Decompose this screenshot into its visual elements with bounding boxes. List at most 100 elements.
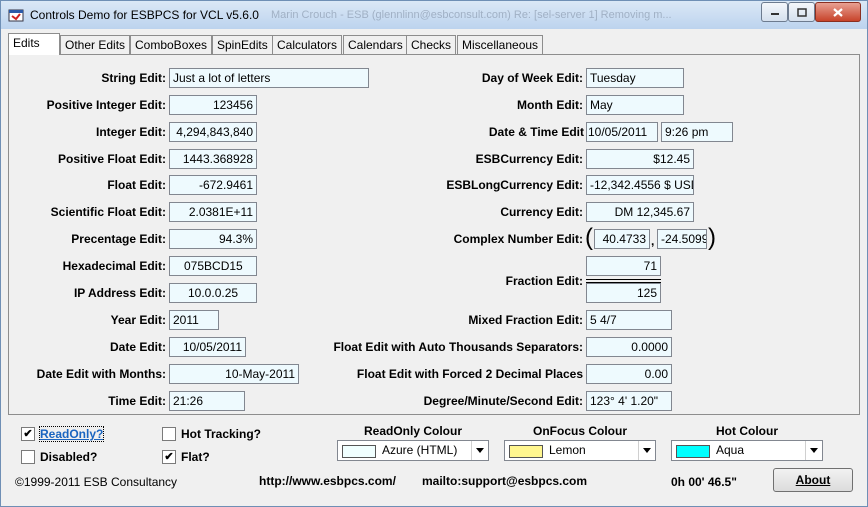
hot-colour-select[interactable]: Aqua <box>671 440 823 461</box>
mixed-fraction-edit-label: Mixed Fraction Edit: <box>468 313 583 327</box>
day-of-week-edit-label: Day of Week Edit: <box>481 71 583 85</box>
app-icon <box>8 9 24 22</box>
positive-integer-edit-label: Positive Integer Edit: <box>46 98 166 112</box>
float-forced-2dp-label: Float Edit with Forced 2 Decimal Places <box>356 367 583 381</box>
readonly-colour-swatch <box>342 445 376 458</box>
close-icon <box>833 7 843 17</box>
float-auto-thousands-edit[interactable]: 0.0000 <box>586 337 672 357</box>
date-edit[interactable]: 10/05/2011 <box>169 337 246 357</box>
float-edit-label: Float Edit: <box>107 178 166 192</box>
percentage-edit-label: Precentage Edit: <box>71 232 166 246</box>
maximize-icon <box>796 7 807 17</box>
datetime-date-edit[interactable]: 10/05/2011 <box>586 122 658 142</box>
fraction-numerator-edit[interactable]: 71 <box>586 256 661 276</box>
mixed-fraction-edit[interactable]: 5 4/7 <box>586 310 672 330</box>
scientific-float-edit[interactable]: 2.0381E+11 <box>169 202 257 222</box>
float-forced-2dp-edit[interactable]: 0.00 <box>586 364 672 384</box>
check-icon: ✔ <box>21 427 35 441</box>
positive-integer-edit[interactable]: 123456 <box>169 95 257 115</box>
ip-address-edit-label: IP Address Edit: <box>73 286 166 300</box>
date-edit-months[interactable]: 10-May-2011 <box>169 364 299 384</box>
currency-edit-label: Currency Edit: <box>500 205 583 219</box>
website-link[interactable]: http://www.esbpcs.com/ <box>259 474 396 488</box>
hot-tracking-checkbox[interactable]: Hot Tracking? <box>162 427 261 441</box>
dms-edit-label: Degree/Minute/Second Edit: <box>423 394 583 408</box>
hot-tracking-label: Hot Tracking? <box>181 427 262 441</box>
about-button[interactable]: About <box>773 468 853 492</box>
datetime-edit-label: Date & Time Edit <box>488 125 584 139</box>
esb-long-currency-edit-label: ESBLongCurrency Edit: <box>446 178 583 192</box>
tab-other-edits[interactable]: Other Edits <box>60 35 131 54</box>
tab-edits[interactable]: Edits <box>8 33 60 55</box>
positive-float-edit-label: Positive Float Edit: <box>57 152 166 166</box>
disabled-checkbox[interactable]: Disabled? <box>21 450 97 464</box>
chevron-down-icon[interactable] <box>638 441 655 460</box>
month-edit[interactable]: May <box>586 95 684 115</box>
fraction-denominator-edit[interactable]: 125 <box>586 283 661 303</box>
checkbox-box <box>162 427 176 441</box>
title-bar: Controls Demo for ESBPCS for VCL v5.6.0 … <box>1 1 867 29</box>
esb-long-currency-edit[interactable]: -12,342.4556 $ USD <box>586 175 694 195</box>
hot-colour-value: Aqua <box>716 443 745 457</box>
onfocus-colour-header: OnFocus Colour <box>533 424 627 438</box>
positive-float-edit[interactable]: 1443.368928 <box>169 149 257 169</box>
dms-edit[interactable]: 123° 4' 1.20" <box>586 391 672 411</box>
tab-calendars[interactable]: Calendars <box>343 35 408 54</box>
tab-calculators[interactable]: Calculators <box>272 35 343 54</box>
flat-checkbox[interactable]: ✔ Flat? <box>162 450 210 464</box>
tab-spinedits[interactable]: SpinEdits <box>212 35 273 54</box>
readonly-label: ReadOnly? <box>38 426 105 442</box>
readonly-colour-select[interactable]: Azure (HTML) <box>337 440 489 461</box>
chevron-down-icon[interactable] <box>471 441 488 460</box>
year-edit-label: Year Edit: <box>110 313 166 327</box>
year-edit[interactable]: 2011 <box>169 310 219 330</box>
float-auto-thousands-label: Float Edit with Auto Thousands Separator… <box>333 340 583 354</box>
maximize-button[interactable] <box>788 2 815 22</box>
ip-address-edit[interactable]: 10.0.0.25 <box>169 283 257 303</box>
onfocus-colour-swatch <box>509 445 543 458</box>
hot-colour-swatch <box>676 445 710 458</box>
tab-checks[interactable]: Checks <box>406 35 457 54</box>
onfocus-colour-value: Lemon <box>549 443 586 457</box>
time-edit-label: Time Edit: <box>108 394 166 408</box>
complex-number-edit-label: Complex Number Edit: <box>453 232 583 246</box>
hexadecimal-edit[interactable]: 075BCD15 <box>169 256 257 276</box>
integer-edit[interactable]: 4,294,843,840 <box>169 122 257 142</box>
flat-label: Flat? <box>181 450 210 464</box>
hexadecimal-edit-label: Hexadecimal Edit: <box>62 259 166 273</box>
date-edit-label: Date Edit: <box>109 340 166 354</box>
elapsed-time: 0h 00' 46.5" <box>671 475 737 489</box>
string-edit-label: String Edit: <box>101 71 166 85</box>
onfocus-colour-select[interactable]: Lemon <box>504 440 656 461</box>
currency-edit[interactable]: DM 12,345.67 <box>586 202 694 222</box>
readonly-colour-value: Azure (HTML) <box>382 443 458 457</box>
date-edit-months-label: Date Edit with Months: <box>36 367 166 381</box>
copyright-text: ©1999-2011 ESB Consultancy <box>15 475 178 489</box>
tab-miscellaneous[interactable]: Miscellaneous <box>457 35 544 54</box>
day-of-week-edit[interactable]: Tuesday <box>586 68 684 88</box>
integer-edit-label: Integer Edit: <box>95 125 166 139</box>
check-icon: ✔ <box>162 450 176 464</box>
complex-imaginary-edit[interactable]: -24.5099 <box>657 229 707 249</box>
esb-currency-edit-label: ESBCurrency Edit: <box>475 152 583 166</box>
fraction-edit-label: Fraction Edit: <box>505 274 583 288</box>
scientific-float-edit-label: Scientific Float Edit: <box>50 205 166 219</box>
float-edit[interactable]: -672.9461 <box>169 175 257 195</box>
complex-real-edit[interactable]: 40.4733 <box>594 229 650 249</box>
time-edit[interactable]: 21:26 <box>169 391 245 411</box>
datetime-time-edit[interactable]: 9:26 pm <box>661 122 733 142</box>
esb-currency-edit[interactable]: $12.45 <box>586 149 694 169</box>
close-button[interactable] <box>815 2 861 22</box>
background-window-text: Marin Crouch - ESB (glennlinn@esbconsult… <box>271 9 672 21</box>
minimize-button[interactable] <box>761 2 788 22</box>
percentage-edit[interactable]: 94.3% <box>169 229 257 249</box>
checkbox-box <box>21 450 35 464</box>
readonly-colour-header: ReadOnly Colour <box>363 424 462 438</box>
readonly-checkbox[interactable]: ✔ ReadOnly? <box>21 426 105 442</box>
support-mail-link[interactable]: mailto:support@esbpcs.com <box>422 474 587 488</box>
window-title: Controls Demo for ESBPCS for VCL v5.6.0 <box>30 8 259 22</box>
chevron-down-icon[interactable] <box>805 441 822 460</box>
hot-colour-header: Hot Colour <box>716 424 778 438</box>
tab-comboboxes[interactable]: ComboBoxes <box>130 35 213 54</box>
main-window: Controls Demo for ESBPCS for VCL v5.6.0 … <box>0 0 868 507</box>
